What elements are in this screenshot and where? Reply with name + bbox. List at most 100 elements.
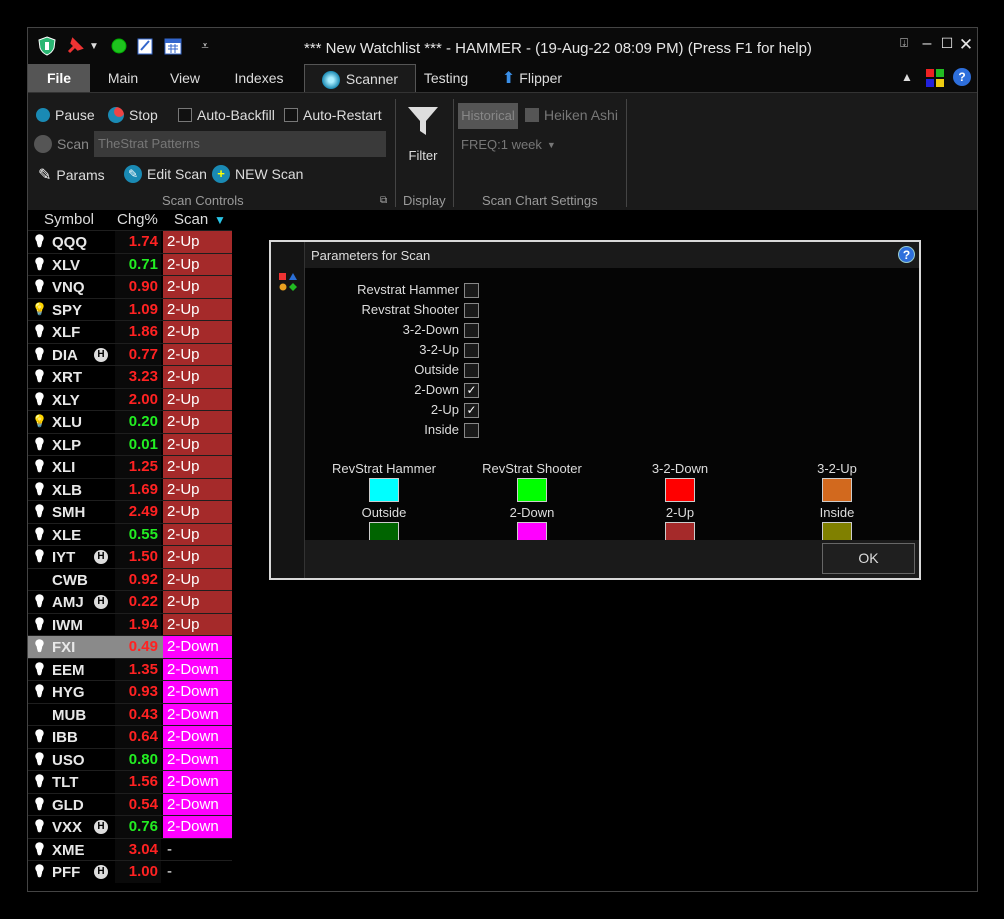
params-button[interactable]: ✎ Params [38,165,105,185]
color-swatch[interactable] [822,478,852,502]
bulb-icon[interactable]: 💡 [32,234,47,248]
scan-column-header[interactable]: Scan [174,211,208,228]
maximize-icon[interactable]: ☐ [937,35,957,52]
scan-button[interactable]: Scan [34,135,89,153]
bulb-icon[interactable]: 💡 [32,639,47,653]
close-icon[interactable]: ✕ [956,35,976,55]
table-row[interactable]: 💡 QQQ 1.74 2-Up [28,230,232,253]
freq-dropdown[interactable]: FREQ:1 week ▼ [461,137,556,152]
option-checkbox[interactable] [464,303,479,318]
tab-file[interactable]: File [28,64,90,92]
bulb-icon[interactable]: 💡 [32,662,47,676]
table-row[interactable]: 💡 XME 3.04- [28,837,232,860]
dropdown-arrow-icon[interactable]: ▼ [88,35,100,57]
bulb-icon[interactable]: 💡 [32,842,47,856]
bulb-icon[interactable]: 💡 [32,324,47,338]
bulb-icon[interactable]: 💡 [32,797,47,811]
option-row[interactable]: 3-2-Up [341,340,479,360]
filter-button[interactable]: Filter [402,103,444,173]
bulb-icon[interactable]: 💡 [32,392,47,406]
table-row[interactable]: CWB 0.92 2-Up [28,567,232,590]
color-swatch[interactable] [665,478,695,502]
tab-view[interactable]: View [160,64,210,92]
bulb-icon[interactable]: 💡 [32,864,47,878]
heiken-ashi-checkbox[interactable]: Heiken Ashi [525,107,618,123]
minimize-icon[interactable]: – [917,35,937,53]
windows-layout-icon[interactable] [925,68,945,88]
bulb-icon[interactable]: 💡 [32,617,47,631]
shapes-icon[interactable] [278,272,298,292]
bulb-icon[interactable]: 💡 [32,279,47,293]
option-checkbox[interactable]: ✓ [464,403,479,418]
bulb-icon[interactable]: 💡 [32,819,47,833]
bulb-icon[interactable]: 💡 [32,594,47,608]
table-row[interactable]: 💡 IBB 0.64 2-Down [28,725,232,748]
table-row[interactable]: 💡 HYG 0.93 2-Down [28,680,232,703]
bulb-icon[interactable]: 💡 [32,302,47,316]
tab-testing[interactable]: Testing [418,64,474,92]
sort-desc-icon[interactable]: ▼ [214,213,226,227]
table-row[interactable]: 💡 XLU 0.20 2-Up [28,410,232,433]
table-row[interactable]: 💡 XLP 0.01 2-Up [28,432,232,455]
table-row[interactable]: MUB 0.43 2-Down [28,702,232,725]
calendar-icon[interactable] [162,35,184,57]
option-row[interactable]: 2-Up ✓ [341,400,479,420]
new-scan-button[interactable]: + NEW Scan [212,165,303,183]
dialog-help-icon[interactable]: ? [898,246,915,263]
table-row[interactable]: 💡 SMH 2.49 2-Up [28,500,232,523]
table-row[interactable]: 💡 DIA H 0.77 2-Up [28,342,232,365]
tab-scanner[interactable]: Scanner [304,64,416,92]
chg-column-header[interactable]: Chg% [117,211,158,228]
bulb-icon[interactable]: 💡 [32,752,47,766]
option-checkbox[interactable]: ✓ [464,383,479,398]
option-checkbox[interactable] [464,323,479,338]
ok-button[interactable]: OK [822,543,915,574]
bulb-icon[interactable]: 💡 [32,347,47,361]
scan-name-field[interactable]: TheStrat Patterns [94,131,386,157]
option-checkbox[interactable] [464,423,479,438]
table-row[interactable]: 💡 VNQ 0.90 2-Up [28,275,232,298]
auto-restart-check[interactable] [284,108,298,122]
option-row[interactable]: Inside [341,420,479,440]
tab-indexes[interactable]: Indexes [228,64,290,92]
pause-button[interactable]: Pause [36,107,95,123]
heiken-ashi-check[interactable] [525,108,539,122]
bulb-icon[interactable]: 💡 [32,729,47,743]
stop-button[interactable]: Stop [108,107,158,123]
tab-main[interactable]: Main [98,64,148,92]
option-row[interactable]: Revstrat Hammer [341,280,479,300]
option-checkbox[interactable] [464,343,479,358]
bulb-icon[interactable]: 💡 [32,504,47,518]
pin-window-icon[interactable]: ⍗ [894,35,914,51]
edit-scan-button[interactable]: ✎ Edit Scan [124,165,207,183]
bulb-icon[interactable]: 💡 [32,257,47,271]
table-row[interactable]: 💡 TLT 1.56 2-Down [28,770,232,793]
table-row[interactable]: 💡 USO 0.80 2-Down [28,747,232,770]
table-row[interactable]: 💡 IYT H 1.50 2-Up [28,545,232,568]
auto-backfill-check[interactable] [178,108,192,122]
option-row[interactable]: Outside [341,360,479,380]
table-row[interactable]: 💡 XLB 1.69 2-Up [28,477,232,500]
bulb-icon[interactable]: 💡 [32,684,47,698]
table-row[interactable]: 💡 PFF H 1.00- [28,860,232,883]
option-row[interactable]: 3-2-Down [341,320,479,340]
table-row[interactable]: 💡 XLI 1.25 2-Up [28,455,232,478]
bulb-icon[interactable]: 💡 [32,549,47,563]
option-checkbox[interactable] [464,283,479,298]
bulb-icon[interactable]: 💡 [32,459,47,473]
symbol-column-header[interactable]: Symbol [44,211,94,228]
color-swatch[interactable] [517,478,547,502]
dialog-launcher-icon[interactable]: ⧉ [380,195,387,206]
option-checkbox[interactable] [464,363,479,378]
notepad-icon[interactable] [134,35,156,57]
table-row[interactable]: 💡 FXI 0.49 2-Down [28,635,232,658]
table-row[interactable]: 💡 IWM 1.94 2-Up [28,612,232,635]
table-row[interactable]: 💡 AMJ H 0.22 2-Up [28,590,232,613]
table-row[interactable]: 💡 XLV 0.71 2-Up [28,252,232,275]
bulb-icon[interactable]: 💡 [32,774,47,788]
auto-backfill-checkbox[interactable]: Auto-Backfill [178,107,275,123]
table-row[interactable]: 💡 XLY 2.00 2-Up [28,387,232,410]
table-row[interactable]: 💡 XLF 1.86 2-Up [28,320,232,343]
table-row[interactable]: 💡 XLE 0.55 2-Up [28,522,232,545]
table-row[interactable]: 💡 EEM 1.35 2-Down [28,657,232,680]
